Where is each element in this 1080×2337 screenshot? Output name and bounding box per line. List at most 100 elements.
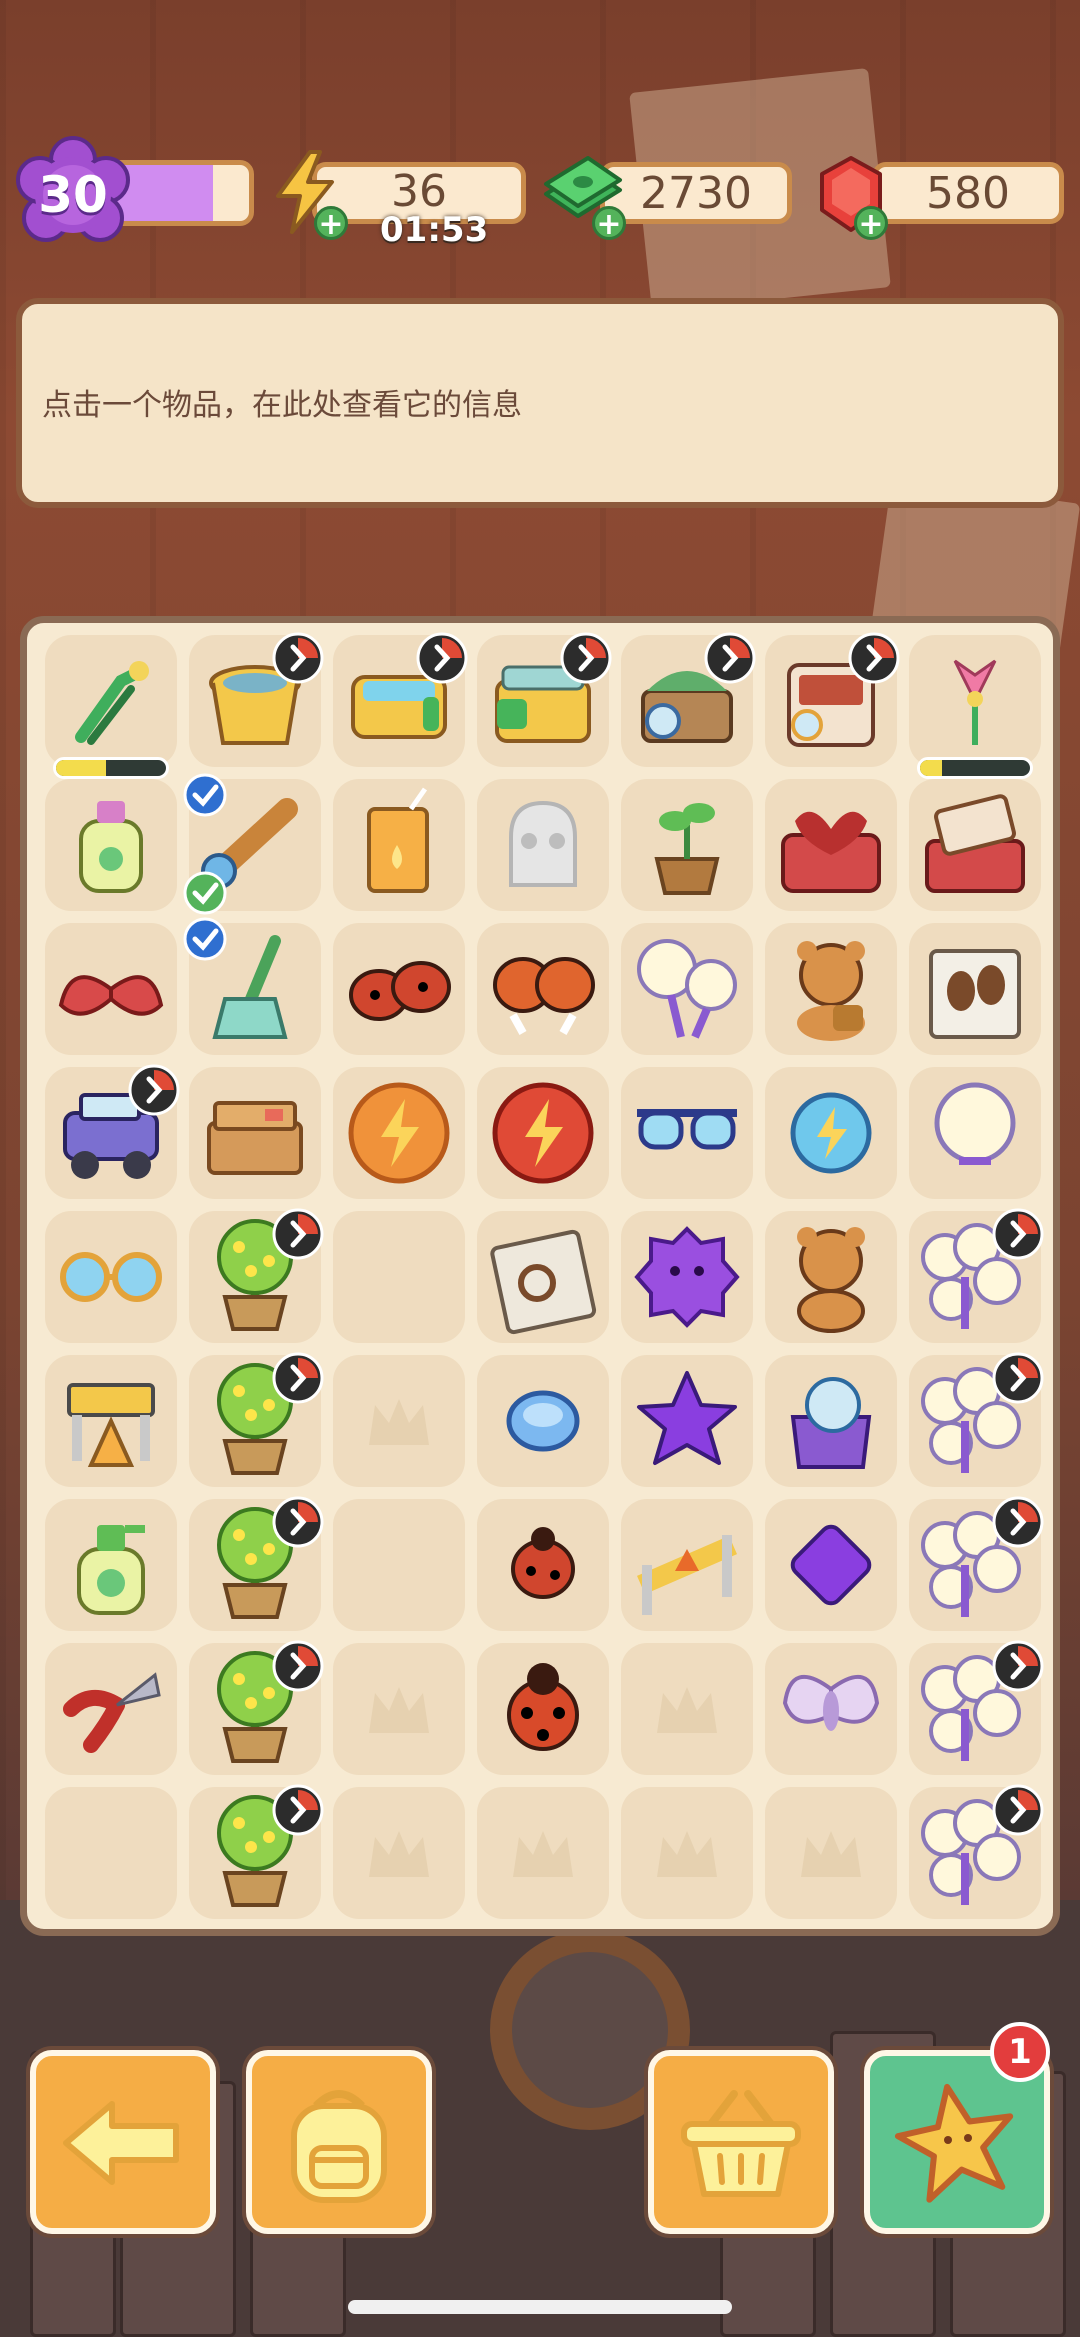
board-cell[interactable] <box>189 1496 324 1631</box>
board-cell[interactable] <box>183 917 321 1055</box>
board-cell[interactable] <box>45 1211 177 1343</box>
checkmark-icon <box>183 917 227 961</box>
board-cell[interactable] <box>189 1784 324 1919</box>
lotion-bottle-icon <box>79 801 143 893</box>
board-cell[interactable] <box>621 1067 753 1199</box>
dandelion-single-icon <box>934 1082 1016 1165</box>
basket-icon <box>681 2090 801 2197</box>
board-cell[interactable] <box>909 779 1041 911</box>
board-cell[interactable] <box>333 632 468 767</box>
board-cell[interactable] <box>909 923 1041 1055</box>
generator-timer-icon <box>992 1640 1044 1692</box>
generator-timer-icon <box>992 1208 1044 1260</box>
generator-timer-icon <box>272 1208 324 1260</box>
board-cell[interactable] <box>333 1355 465 1487</box>
shop-basket-button[interactable] <box>648 2050 834 2234</box>
gem-add-button[interactable]: + <box>854 206 888 241</box>
board-cell[interactable] <box>189 1067 321 1199</box>
board-cell[interactable] <box>909 1067 1041 1199</box>
board-cell[interactable] <box>45 635 177 779</box>
back-button[interactable] <box>30 2050 216 2234</box>
generator-timer-icon <box>272 1640 324 1692</box>
board-cell[interactable] <box>621 1499 753 1631</box>
ladybug-small-icon <box>511 1527 575 1599</box>
board-cell[interactable] <box>909 1640 1044 1775</box>
board-cell[interactable] <box>45 1064 180 1199</box>
board-cell[interactable] <box>45 1355 177 1487</box>
potted-sprout-icon <box>654 803 720 895</box>
backpack-button[interactable] <box>246 2050 432 2234</box>
crown-slot-icon <box>657 1687 717 1733</box>
board-cell[interactable] <box>621 1211 753 1343</box>
generator-timer-icon <box>272 1784 324 1836</box>
board-cell[interactable] <box>765 632 900 767</box>
board-cell[interactable] <box>333 779 465 911</box>
home-indicator[interactable] <box>348 2300 732 2314</box>
board-cell[interactable] <box>477 779 609 911</box>
checkmark-icon <box>183 871 227 915</box>
board-cell[interactable] <box>45 1787 177 1919</box>
energy-add-button[interactable]: + <box>314 206 348 241</box>
energy-orb-blue-icon <box>790 1092 872 1174</box>
board-cell[interactable] <box>183 773 321 915</box>
board-cell[interactable] <box>621 779 753 911</box>
board-cell[interactable] <box>45 1499 177 1631</box>
board-cell[interactable] <box>909 1352 1044 1487</box>
board-cell[interactable] <box>477 1211 609 1343</box>
board-cell[interactable] <box>333 1787 465 1919</box>
board-cell[interactable] <box>765 1211 897 1343</box>
crown-slot-icon <box>369 1399 429 1445</box>
board-cell[interactable] <box>765 1355 897 1487</box>
dandelion-pair-icon <box>637 939 737 1039</box>
board-cell[interactable] <box>189 1640 324 1775</box>
board-cell[interactable] <box>909 635 1041 779</box>
evidence-bag-footprints-icon <box>929 949 1021 1039</box>
crown-slot-icon <box>369 1687 429 1733</box>
level-number: 30 <box>38 166 108 224</box>
board-cell[interactable] <box>909 1496 1044 1631</box>
board-cell[interactable] <box>909 1208 1044 1343</box>
board-cell[interactable] <box>765 1643 897 1775</box>
teddy-bear-icon <box>797 1227 865 1333</box>
board-cell[interactable] <box>477 1643 609 1775</box>
board-cell[interactable] <box>765 1499 897 1631</box>
board-cell[interactable] <box>189 1208 324 1343</box>
ladybug-icon <box>507 1663 579 1751</box>
generator-timer-icon <box>416 632 468 684</box>
board-cell[interactable] <box>621 1355 753 1487</box>
board-cell[interactable] <box>333 923 465 1055</box>
board-cell[interactable] <box>333 1211 465 1343</box>
board-cell[interactable] <box>765 779 897 911</box>
cash-counter[interactable]: 2730 <box>600 162 792 224</box>
barrier-cones-icon <box>67 1383 155 1467</box>
tweezers-icon <box>75 661 149 745</box>
board-cell[interactable] <box>765 1787 897 1919</box>
generator-timer-icon <box>272 1496 324 1548</box>
cash-add-button[interactable]: + <box>592 206 626 241</box>
board-cell[interactable] <box>333 1643 465 1775</box>
board-cell[interactable] <box>45 779 177 911</box>
evidence-bag-magnifier-icon <box>490 1229 597 1335</box>
board-cell[interactable] <box>765 923 897 1055</box>
board-cell[interactable] <box>621 923 753 1055</box>
board-cell[interactable] <box>189 632 324 767</box>
board-cell[interactable] <box>477 923 609 1055</box>
board-cell[interactable] <box>621 632 756 767</box>
board-cell[interactable] <box>45 1643 177 1775</box>
ghost-skull-icon <box>509 800 577 887</box>
board-cell[interactable] <box>477 1355 609 1487</box>
board-cell[interactable] <box>477 1067 609 1199</box>
board-cell[interactable] <box>477 1787 609 1919</box>
board-cell[interactable] <box>189 1352 324 1487</box>
board-cell[interactable] <box>765 1067 897 1199</box>
board-cell[interactable] <box>333 1067 465 1199</box>
cardboard-boxes-icon <box>207 1101 303 1175</box>
board-cell[interactable] <box>333 1499 465 1631</box>
board-cell[interactable] <box>621 1787 753 1919</box>
board-cell[interactable] <box>477 632 612 767</box>
board-cell[interactable] <box>477 1499 609 1631</box>
gem-counter[interactable]: 580 <box>872 162 1064 224</box>
board-cell[interactable] <box>909 1784 1044 1919</box>
board-cell[interactable] <box>621 1643 753 1775</box>
board-cell[interactable] <box>45 923 177 1055</box>
